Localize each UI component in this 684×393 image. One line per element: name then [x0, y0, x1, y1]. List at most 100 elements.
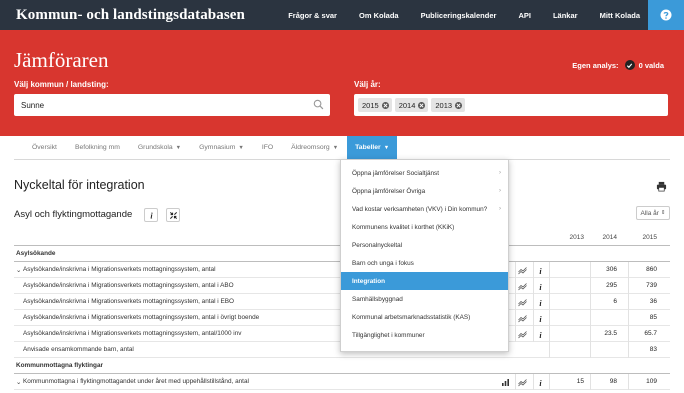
row-label: Asylsökande/inskrivna i Migrationsverket…: [23, 266, 216, 273]
tab-label: Gymnasium: [199, 144, 236, 151]
print-icon[interactable]: [656, 181, 667, 192]
svg-text:i: i: [150, 211, 153, 219]
caret-down-icon: ▼: [383, 144, 390, 151]
tab-population[interactable]: Befolkning mm: [66, 136, 129, 159]
table-row[interactable]: ⌄ Kommunmottagna i flyktingmottagandet u…: [14, 374, 670, 390]
row-label: Asylsökande/inskrivna i Migrationsverket…: [23, 282, 234, 289]
remove-icon[interactable]: [418, 101, 426, 109]
year-chip-label: 2015: [362, 100, 379, 110]
value-2013: 15: [576, 378, 584, 385]
trend-chart-icon[interactable]: [518, 378, 527, 387]
svg-text:i: i: [539, 315, 542, 323]
own-analysis[interactable]: Egen analys: 0 valda: [572, 60, 664, 70]
trend-chart-icon[interactable]: [518, 266, 527, 275]
caret-down-icon: ▼: [332, 144, 339, 151]
year-chip[interactable]: 2014: [394, 98, 429, 112]
site-brand[interactable]: Kommun- och landstingsdatabasen: [16, 7, 245, 24]
trend-chart-icon[interactable]: [518, 314, 527, 323]
value-2014: 295: [606, 282, 617, 289]
tab-primary-school[interactable]: Grundskola ▼: [129, 136, 190, 159]
indicator-page-title: Nyckeltal för integration: [14, 178, 145, 192]
nav-link-api[interactable]: API: [518, 11, 531, 20]
tab-label: Tabeller: [355, 144, 381, 151]
tab-tables[interactable]: Tabeller ▼: [347, 136, 398, 159]
row-label: Asylsökande/inskrivna i Migrationsverket…: [23, 298, 234, 305]
info-icon[interactable]: i: [536, 330, 545, 339]
tab-overview[interactable]: Översikt: [14, 136, 66, 159]
tab-elderly-care[interactable]: Äldreomsorg ▼: [282, 136, 347, 159]
info-icon[interactable]: i: [536, 314, 545, 323]
menu-item-label: Öppna jämförelser Socialtjänst: [352, 169, 440, 177]
menu-item-children[interactable]: Barn och unga i fokus: [341, 254, 508, 272]
trend-chart-icon[interactable]: [518, 298, 527, 307]
column-header-2013[interactable]: 2013: [550, 234, 584, 241]
info-icon[interactable]: i: [536, 298, 545, 307]
menu-item-label: Integration: [352, 277, 386, 285]
column-header-2015[interactable]: 2015: [623, 234, 657, 241]
menu-item-staff[interactable]: Personalnyckeltal: [341, 236, 508, 254]
value-2014: 6: [613, 298, 617, 305]
menu-item-label: Personalnyckeltal: [352, 241, 403, 249]
value-2014: 306: [606, 266, 617, 273]
municipality-value: Sunne: [21, 100, 45, 110]
svg-text:i: i: [539, 267, 542, 275]
shrink-arrows-icon: [169, 211, 177, 219]
nav-link-about[interactable]: Om Kolada: [359, 11, 399, 20]
municipality-input[interactable]: Sunne: [14, 94, 330, 116]
year-label: Välj år:: [354, 80, 381, 89]
menu-item-oj-other[interactable]: Öppna jämförelser Övriga ›: [341, 182, 508, 200]
info-icon[interactable]: i: [536, 378, 545, 387]
trend-chart-icon[interactable]: [518, 330, 527, 339]
menu-item-accessibility[interactable]: Tillgänglighet i kommuner: [341, 326, 508, 344]
menu-item-label: Tillgänglighet i kommuner: [352, 331, 425, 339]
search-icon[interactable]: [313, 99, 324, 110]
menu-item-kas[interactable]: Kommunal arbetsmarknadsstatistik (KAS): [341, 308, 508, 326]
menu-item-label: Samhällsbyggnad: [352, 295, 403, 303]
tab-ifo[interactable]: IFO: [253, 136, 282, 159]
info-button[interactable]: i: [144, 208, 158, 222]
caret-down-icon: ▼: [238, 144, 244, 151]
value-2015: 65.7: [644, 330, 657, 337]
collapse-button[interactable]: [166, 208, 180, 222]
tab-label: Grundskola: [137, 144, 173, 151]
year-chip[interactable]: 2013: [431, 98, 466, 112]
nav-link-calendar[interactable]: Publiceringskalender: [421, 11, 497, 20]
svg-text:i: i: [539, 299, 542, 307]
expand-caret-icon[interactable]: ⌄: [16, 266, 21, 274]
section-title: Asyl och flyktingmottagande: [14, 209, 133, 220]
menu-item-oj-social[interactable]: Öppna jämförelser Socialtjänst ›: [341, 164, 508, 182]
row-label: Asylsökande/inskrivna i Migrationsverket…: [23, 314, 260, 321]
all-years-select[interactable]: Alla år ⇕: [636, 206, 670, 220]
top-navigation: Kommun- och landstingsdatabasen Frågor &…: [0, 0, 684, 30]
nav-link-links[interactable]: Länkar: [553, 11, 578, 20]
year-select[interactable]: 2015 2014 2013: [354, 94, 668, 116]
menu-item-kkik[interactable]: Kommunens kvalitet i korthet (KKiK): [341, 218, 508, 236]
value-2015: 739: [646, 282, 657, 289]
page-heading: Jämföraren: [14, 48, 109, 72]
expand-caret-icon[interactable]: ⌄: [16, 378, 21, 386]
menu-item-community[interactable]: Samhällsbyggnad: [341, 290, 508, 308]
menu-item-label: Kommunens kvalitet i korthet (KKiK): [352, 223, 455, 231]
tab-upper-secondary[interactable]: Gymnasium ▼: [190, 136, 253, 159]
value-2015: 83: [649, 346, 657, 353]
help-button[interactable]: [648, 0, 684, 30]
municipality-label: Välj kommun / landsting:: [14, 80, 109, 89]
menu-item-vkv[interactable]: Vad kostar verksamheten (VKV) i Din komm…: [341, 200, 508, 218]
nav-link-my-kolada[interactable]: Mitt Kolada: [600, 11, 640, 20]
category-tabs: Översikt Befolkning mm Grundskola ▼ Gymna…: [14, 136, 670, 160]
value-2015: 109: [646, 378, 657, 385]
group-label: Asylsökande: [16, 250, 56, 257]
tab-label: Översikt: [32, 144, 57, 151]
year-chip[interactable]: 2015: [358, 98, 392, 112]
bar-chart-icon[interactable]: [501, 378, 510, 387]
column-header-2014[interactable]: 2014: [583, 234, 617, 241]
trend-chart-icon[interactable]: [518, 282, 527, 291]
menu-item-label: Barn och unga i fokus: [352, 259, 414, 267]
remove-icon[interactable]: [455, 101, 463, 109]
info-icon[interactable]: i: [536, 266, 545, 275]
remove-icon[interactable]: [381, 101, 389, 109]
chevron-right-icon: ›: [499, 188, 501, 194]
menu-item-integration[interactable]: Integration: [341, 272, 508, 290]
nav-link-faq[interactable]: Frågor & svar: [288, 11, 337, 20]
info-icon[interactable]: i: [536, 282, 545, 291]
